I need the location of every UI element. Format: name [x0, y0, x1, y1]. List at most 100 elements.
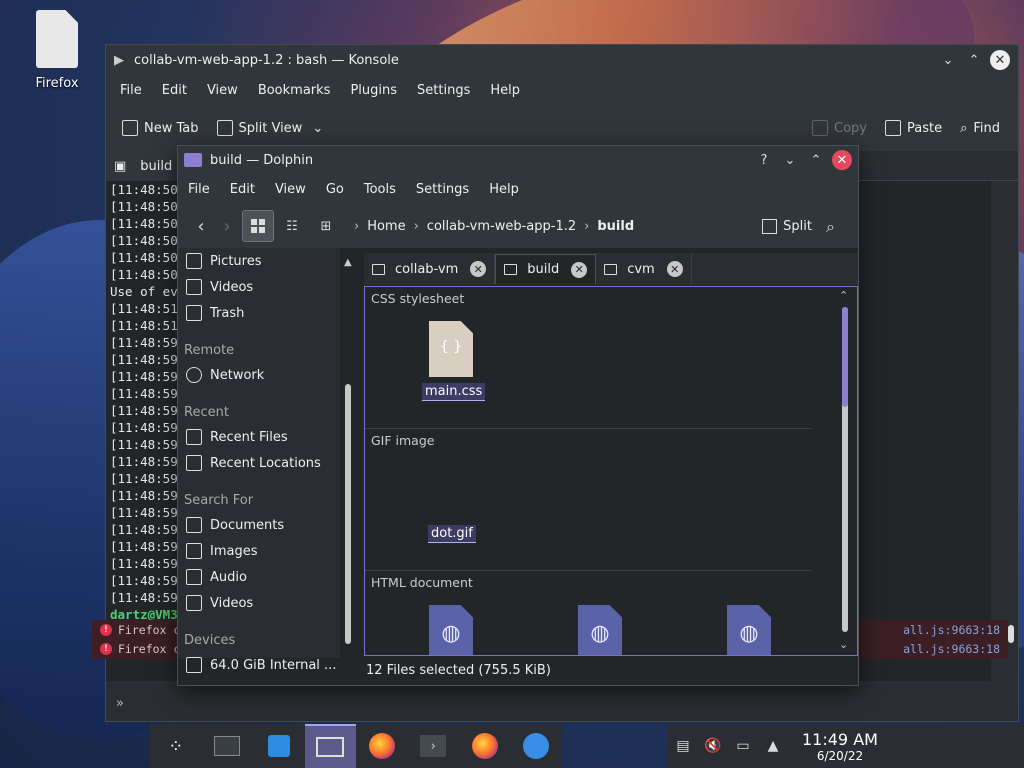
paste-button[interactable]: Paste	[884, 120, 942, 136]
task-firefox[interactable]	[356, 724, 408, 768]
back-button[interactable]: ‹	[188, 211, 214, 241]
sidebar-item-recent-locations[interactable]: Recent Locations	[178, 450, 340, 476]
tab-collab-vm[interactable]: collab-vm ✕	[364, 254, 496, 284]
clock[interactable]: 11:49 AM 6/20/22	[802, 730, 878, 763]
places-scrollbar[interactable]: ▲	[344, 254, 352, 664]
html-file-icon[interactable]	[429, 605, 473, 655]
task-terminal[interactable]	[202, 724, 254, 768]
task-firefox-audio[interactable]	[459, 724, 511, 768]
breadcrumb-home[interactable]: Home	[367, 219, 405, 234]
menu-bookmarks[interactable]: Bookmarks	[248, 83, 341, 98]
breadcrumb-project[interactable]: collab-vm-web-app-1.2	[427, 219, 576, 234]
sidebar-item-documents[interactable]: Documents	[178, 512, 340, 538]
tab-build[interactable]: ▣ build	[106, 151, 186, 181]
close-button[interactable]: ✕	[990, 50, 1010, 70]
sidebar-item-images[interactable]: Images	[178, 538, 340, 564]
close-tab-icon[interactable]: ✕	[571, 261, 588, 278]
scroll-down-icon[interactable]: ⌄	[839, 638, 848, 651]
error-location-link[interactable]: all.js:9663:18	[903, 642, 1000, 656]
forward-button[interactable]: ›	[214, 211, 240, 241]
new-tab-button[interactable]: New Tab	[122, 120, 199, 136]
folder-icon	[316, 737, 345, 757]
menu-edit[interactable]: Edit	[152, 83, 197, 98]
menu-go[interactable]: Go	[316, 182, 354, 197]
error-location-link[interactable]: all.js:9663:18	[903, 623, 1000, 637]
find-button[interactable]: ⌕ Find	[960, 121, 1000, 136]
menu-settings[interactable]: Settings	[406, 182, 479, 197]
breadcrumb: › Home › collab-vm-web-app-1.2 › build	[352, 219, 762, 234]
css-file-icon[interactable]	[429, 321, 473, 377]
task-app[interactable]	[511, 724, 563, 768]
sidebar-item-trash[interactable]: Trash	[178, 300, 340, 326]
sidebar-item-search-videos[interactable]: Videos	[178, 590, 340, 616]
sidebar-item-audio[interactable]: Audio	[178, 564, 340, 590]
sidebar-item-internal-drive[interactable]: 64.0 GiB Internal ...	[178, 652, 340, 678]
maximize-button[interactable]: ⌃	[806, 150, 826, 170]
menu-view[interactable]: View	[197, 83, 248, 98]
tab-cvm[interactable]: cvm ✕	[596, 254, 692, 284]
html-file-icon[interactable]	[578, 605, 622, 655]
scroll-up-icon[interactable]: ▲	[344, 257, 352, 268]
file-name-dot-gif[interactable]: dot.gif	[428, 525, 476, 543]
dolphin-window: build — Dolphin ? ⌄ ⌃ ✕ File Edit View G…	[177, 145, 859, 686]
chevron-right-icon: ›	[413, 218, 419, 234]
menu-plugins[interactable]: Plugins	[340, 83, 407, 98]
breadcrumb-current[interactable]: build	[597, 219, 634, 234]
menu-settings[interactable]: Settings	[407, 83, 480, 98]
tree-icon: ⊞	[320, 218, 332, 234]
tab-build[interactable]: build ✕	[495, 254, 597, 284]
dolphin-titlebar[interactable]: build — Dolphin ? ⌄ ⌃ ✕	[178, 146, 858, 174]
chevron-up-icon[interactable]: ▲	[763, 736, 783, 756]
sidebar-item-network[interactable]: Network	[178, 362, 340, 388]
scrollbar-thumb[interactable]	[1008, 625, 1014, 643]
file-view-scrollbar[interactable]: ⌃ ⌄	[839, 287, 851, 655]
menu-view[interactable]: View	[265, 182, 316, 197]
menu-file[interactable]: File	[110, 83, 152, 98]
file-name-main-css[interactable]: main.css	[422, 383, 486, 401]
recent-files-icon	[186, 429, 202, 445]
close-tab-icon[interactable]: ✕	[470, 261, 487, 277]
scroll-up-icon[interactable]: ⌃	[839, 289, 848, 302]
sidebar-item-videos[interactable]: Videos	[178, 274, 340, 300]
icons-view-button[interactable]	[242, 210, 274, 242]
details-view-button[interactable]: ⊞	[310, 210, 342, 242]
sidebar-item-pictures[interactable]: Pictures	[178, 248, 340, 274]
copy-button[interactable]: Copy	[812, 120, 867, 136]
split-view-button[interactable]: Split View ⌄	[216, 120, 323, 136]
app-launcher-button[interactable]: ⁘	[150, 724, 202, 768]
menu-edit[interactable]: Edit	[220, 182, 265, 197]
help-button[interactable]: ?	[754, 150, 774, 170]
html-file-icon[interactable]	[727, 605, 771, 655]
network-icon[interactable]: ▭	[733, 736, 753, 756]
minimize-button[interactable]: ⌄	[780, 150, 800, 170]
menu-help[interactable]: Help	[480, 83, 530, 98]
folder-icon	[604, 263, 618, 275]
konsole-titlebar[interactable]: ▶ collab-vm-web-app-1.2 : bash — Konsole…	[106, 45, 1018, 75]
scrollbar-thumb[interactable]	[345, 384, 351, 644]
sidebar-item-recent-files[interactable]: Recent Files	[178, 424, 340, 450]
compact-view-button[interactable]: ☷	[276, 210, 308, 242]
close-button[interactable]: ✕	[832, 150, 852, 170]
task-discover[interactable]	[253, 724, 305, 768]
maximize-button[interactable]: ⌃	[964, 50, 984, 70]
minimize-button[interactable]: ⌄	[938, 50, 958, 70]
folder-icon	[504, 264, 518, 275]
menu-help[interactable]: Help	[479, 182, 529, 197]
task-konsole[interactable]: ›	[408, 724, 460, 768]
task-dolphin[interactable]	[304, 724, 356, 768]
volume-muted-icon[interactable]: 🔇	[703, 736, 723, 756]
search-icon[interactable]: ⌕	[826, 217, 844, 236]
file-view[interactable]: CSS stylesheet main.css GIF image dot.gi…	[364, 286, 858, 656]
terminal-scrollbar[interactable]	[1004, 191, 1014, 661]
firefox-icon	[471, 733, 498, 759]
close-tab-icon[interactable]: ✕	[666, 261, 683, 277]
menu-tools[interactable]: Tools	[354, 182, 406, 197]
search-icon: ⌕	[960, 120, 968, 136]
menu-file[interactable]: File	[178, 182, 220, 197]
clipboard-icon[interactable]: ▤	[673, 736, 693, 756]
split-button[interactable]: Split	[762, 218, 812, 234]
desktop-icon-firefox[interactable]: Firefox	[24, 10, 90, 91]
error-icon: !	[100, 643, 112, 655]
scrollbar-thumb[interactable]	[842, 307, 848, 407]
expand-icon[interactable]: »	[116, 696, 124, 711]
